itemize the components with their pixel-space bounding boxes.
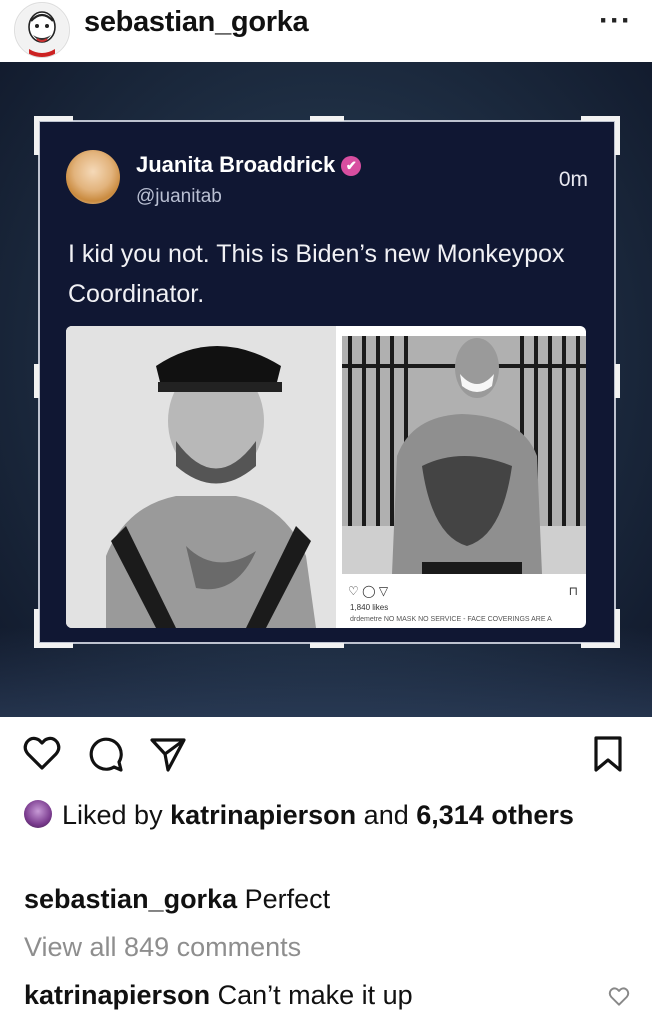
embedded-photo-right: [342, 336, 586, 574]
frame-edge-tick: [615, 364, 620, 398]
frame-corner: [581, 609, 620, 648]
person-in-cap-image: [66, 326, 336, 628]
caricature-avatar-image: [16, 4, 68, 57]
frame-corner: [581, 116, 620, 155]
likes-middle: and: [363, 800, 409, 830]
likes-prefix: Liked by: [62, 800, 163, 830]
embedded-bookmark-icon: ⊓: [568, 584, 578, 598]
tweet-handle: @juanitab: [136, 186, 222, 207]
likes-user[interactable]: katrinapierson: [170, 800, 356, 830]
post-username[interactable]: sebastian_gorka: [84, 6, 309, 39]
post-image[interactable]: Juanita Broaddrick ✔ @juanitab 0m I kid y…: [0, 62, 652, 717]
tweet-time: 0m: [558, 168, 588, 191]
send-icon[interactable]: [148, 734, 188, 779]
comment-text: Can’t make it up: [217, 980, 413, 1010]
embedded-likes: 1,840 likes: [350, 603, 389, 612]
embedded-action-icons: ♡ ◯ ▽: [348, 584, 389, 598]
comment-like-heart-icon[interactable]: [608, 986, 630, 1013]
liker-avatar: [24, 800, 52, 828]
comment-icon[interactable]: [86, 734, 126, 779]
bookmark-icon[interactable]: [590, 734, 626, 779]
post-header: sebastian_gorka ···: [0, 0, 652, 62]
frame-edge-tick: [310, 643, 344, 648]
heart-icon[interactable]: [22, 734, 62, 779]
frame-corner: [34, 116, 73, 155]
comment-username[interactable]: katrinapierson: [24, 980, 210, 1010]
tweet-text: I kid you not. This is Biden’s new Monke…: [68, 240, 565, 308]
post-caption: sebastian_gorka Perfect: [24, 884, 330, 915]
comment-item: katrinapierson Can’t make it up: [24, 980, 413, 1011]
verified-badge-icon: ✔: [341, 156, 362, 176]
embedded-caption: drdemetre NO MASK NO SERVICE - FACE COVE…: [350, 616, 552, 623]
tweet-screenshot: Juanita Broaddrick ✔ @juanitab 0m I kid y…: [34, 116, 620, 648]
caption-username[interactable]: sebastian_gorka: [24, 884, 237, 914]
embedded-photo-left: [66, 326, 336, 628]
likes-suffix[interactable]: others: [491, 800, 574, 830]
caption-text: Perfect: [244, 884, 331, 914]
likes-count[interactable]: 6,314: [416, 800, 484, 830]
frame-edge-tick: [34, 364, 39, 398]
view-all-comments-link[interactable]: View all 849 comments: [24, 932, 301, 963]
shirtless-man-fence-image: [342, 336, 586, 574]
likes-summary[interactable]: Liked by katrinapierson and 6,314 others: [24, 796, 624, 834]
more-options-icon[interactable]: ···: [599, 4, 632, 38]
tweet-avatar: [66, 150, 120, 204]
post-actions: [0, 728, 652, 784]
profile-avatar[interactable]: [14, 2, 70, 58]
frame-edge-tick: [310, 116, 344, 121]
tweet-author-name: Juanita Broaddrick ✔: [136, 152, 362, 178]
tweet-media: ♡ ◯ ▽ ⊓ 1,840 likes drdemetre NO MASK NO…: [66, 326, 586, 628]
tweet-author-name-text: Juanita Broaddrick: [136, 152, 336, 177]
